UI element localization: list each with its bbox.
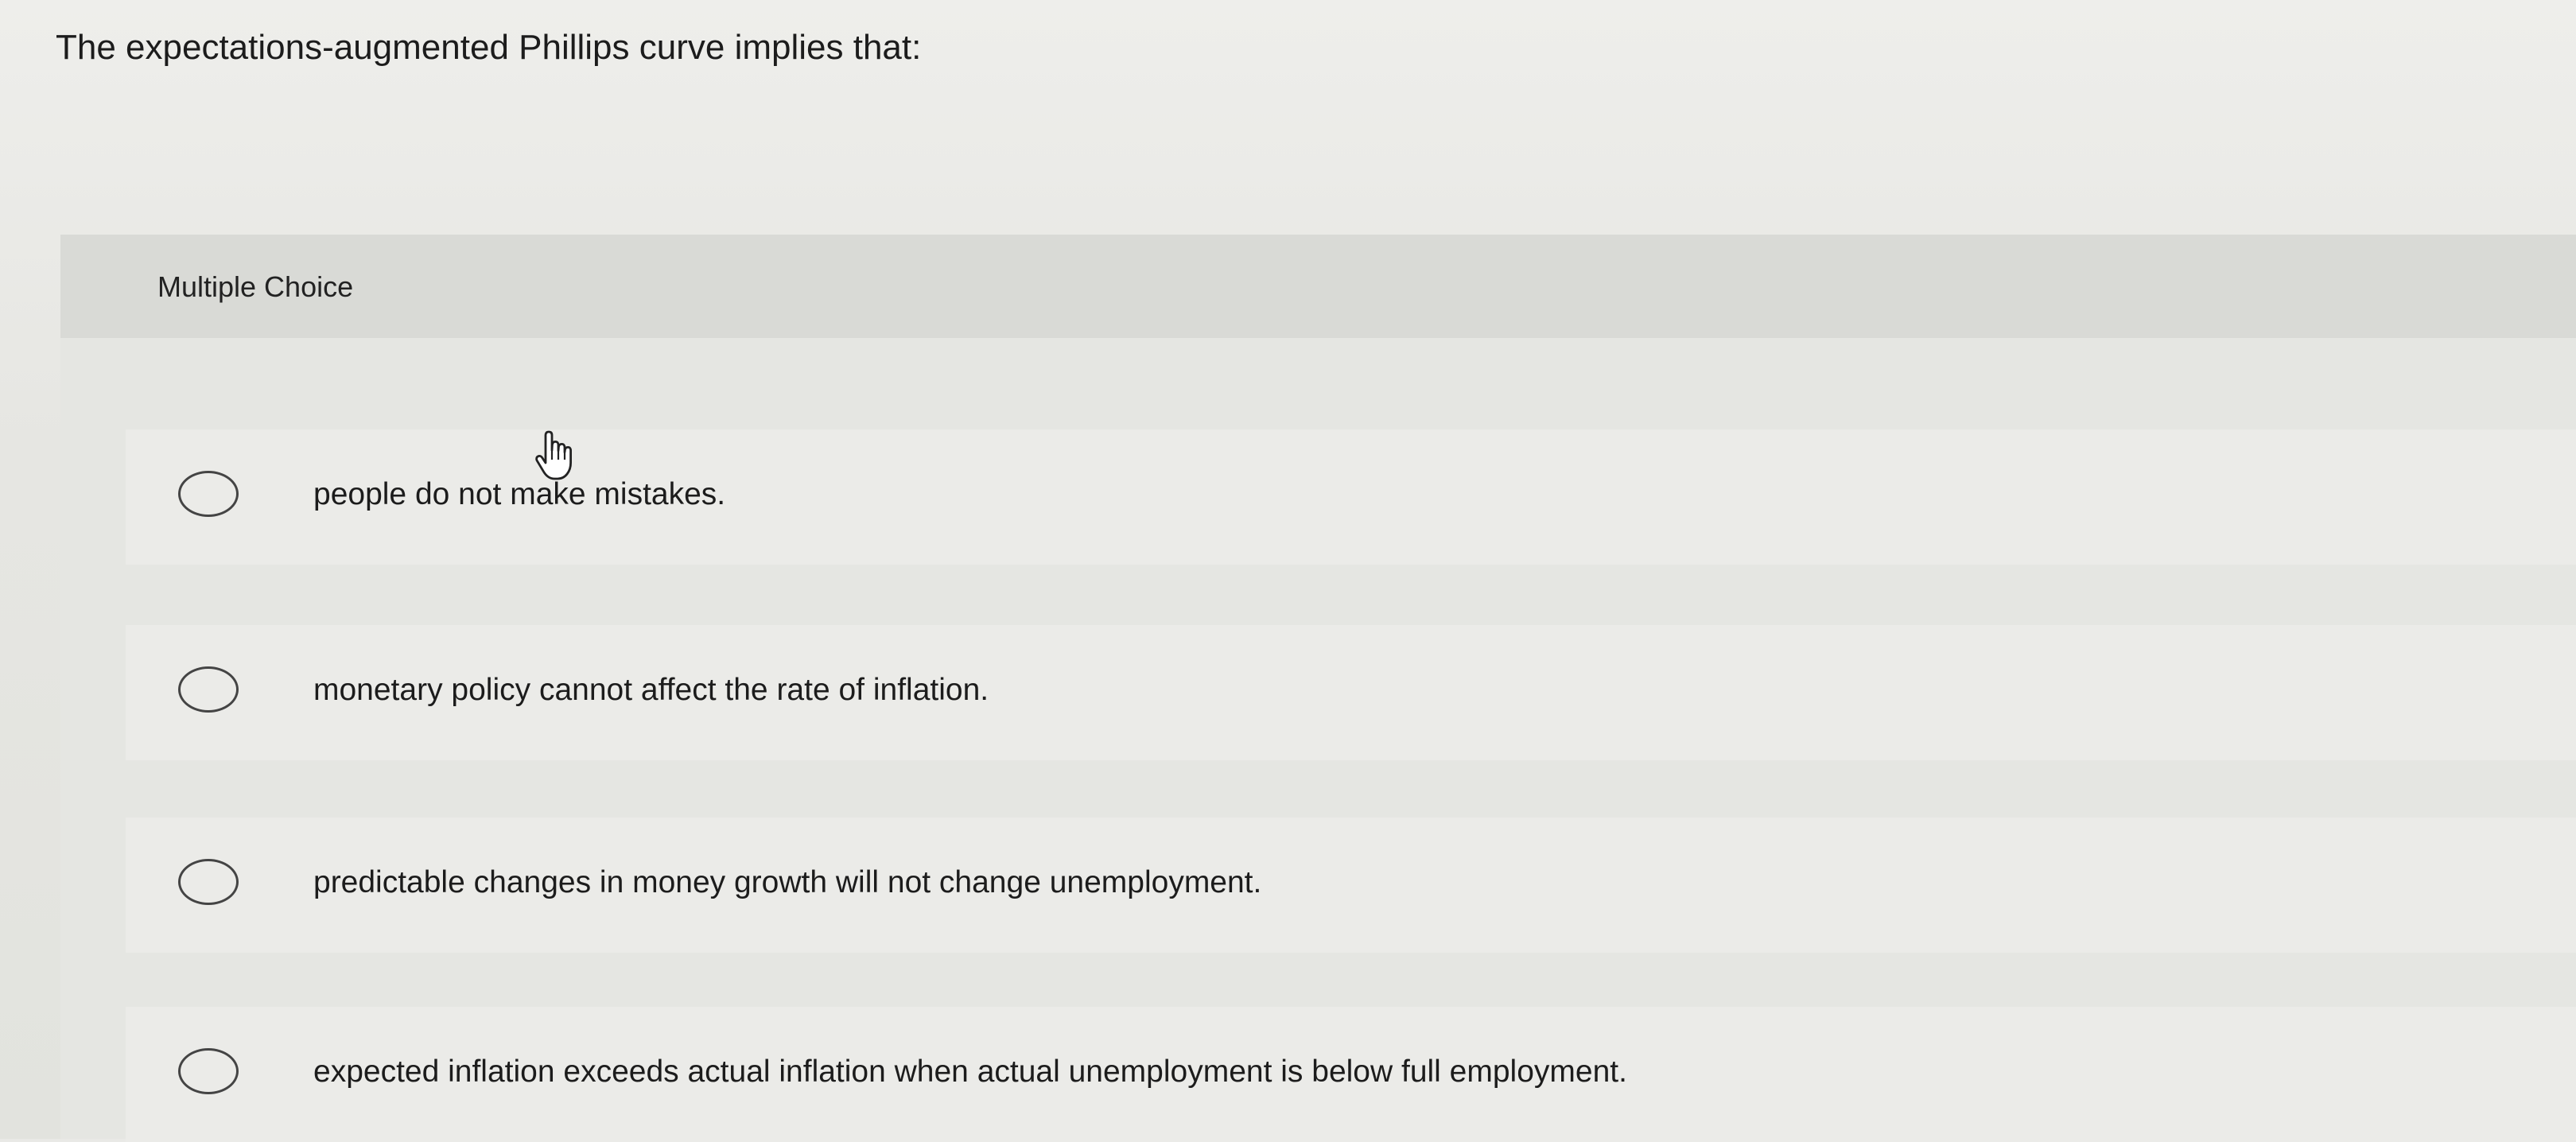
- answer-option-4[interactable]: expected inflation exceeds actual inflat…: [126, 1007, 2576, 1142]
- multiple-choice-header: [60, 235, 2576, 338]
- answer-option-3[interactable]: predictable changes in money growth will…: [126, 818, 2576, 953]
- answer-option-1[interactable]: people do not make mistakes.: [126, 429, 2576, 565]
- hand-pointer-icon: [535, 430, 572, 480]
- radio-button-icon[interactable]: [178, 666, 239, 713]
- answer-option-label: expected inflation exceeds actual inflat…: [313, 1055, 1627, 1089]
- radio-button-icon[interactable]: [178, 471, 239, 517]
- answer-option-label: predictable changes in money growth will…: [313, 865, 1262, 899]
- radio-button-icon[interactable]: [178, 859, 239, 905]
- answer-option-2[interactable]: monetary policy cannot affect the rate o…: [126, 625, 2576, 760]
- answer-option-label: people do not make mistakes.: [313, 477, 726, 511]
- answer-option-label: monetary policy cannot affect the rate o…: [313, 673, 989, 707]
- screen: The expectations-augmented Phillips curv…: [0, 0, 2576, 1142]
- multiple-choice-label: Multiple Choice: [157, 270, 354, 303]
- question-prompt: The expectations-augmented Phillips curv…: [56, 28, 922, 67]
- radio-button-icon[interactable]: [178, 1048, 239, 1094]
